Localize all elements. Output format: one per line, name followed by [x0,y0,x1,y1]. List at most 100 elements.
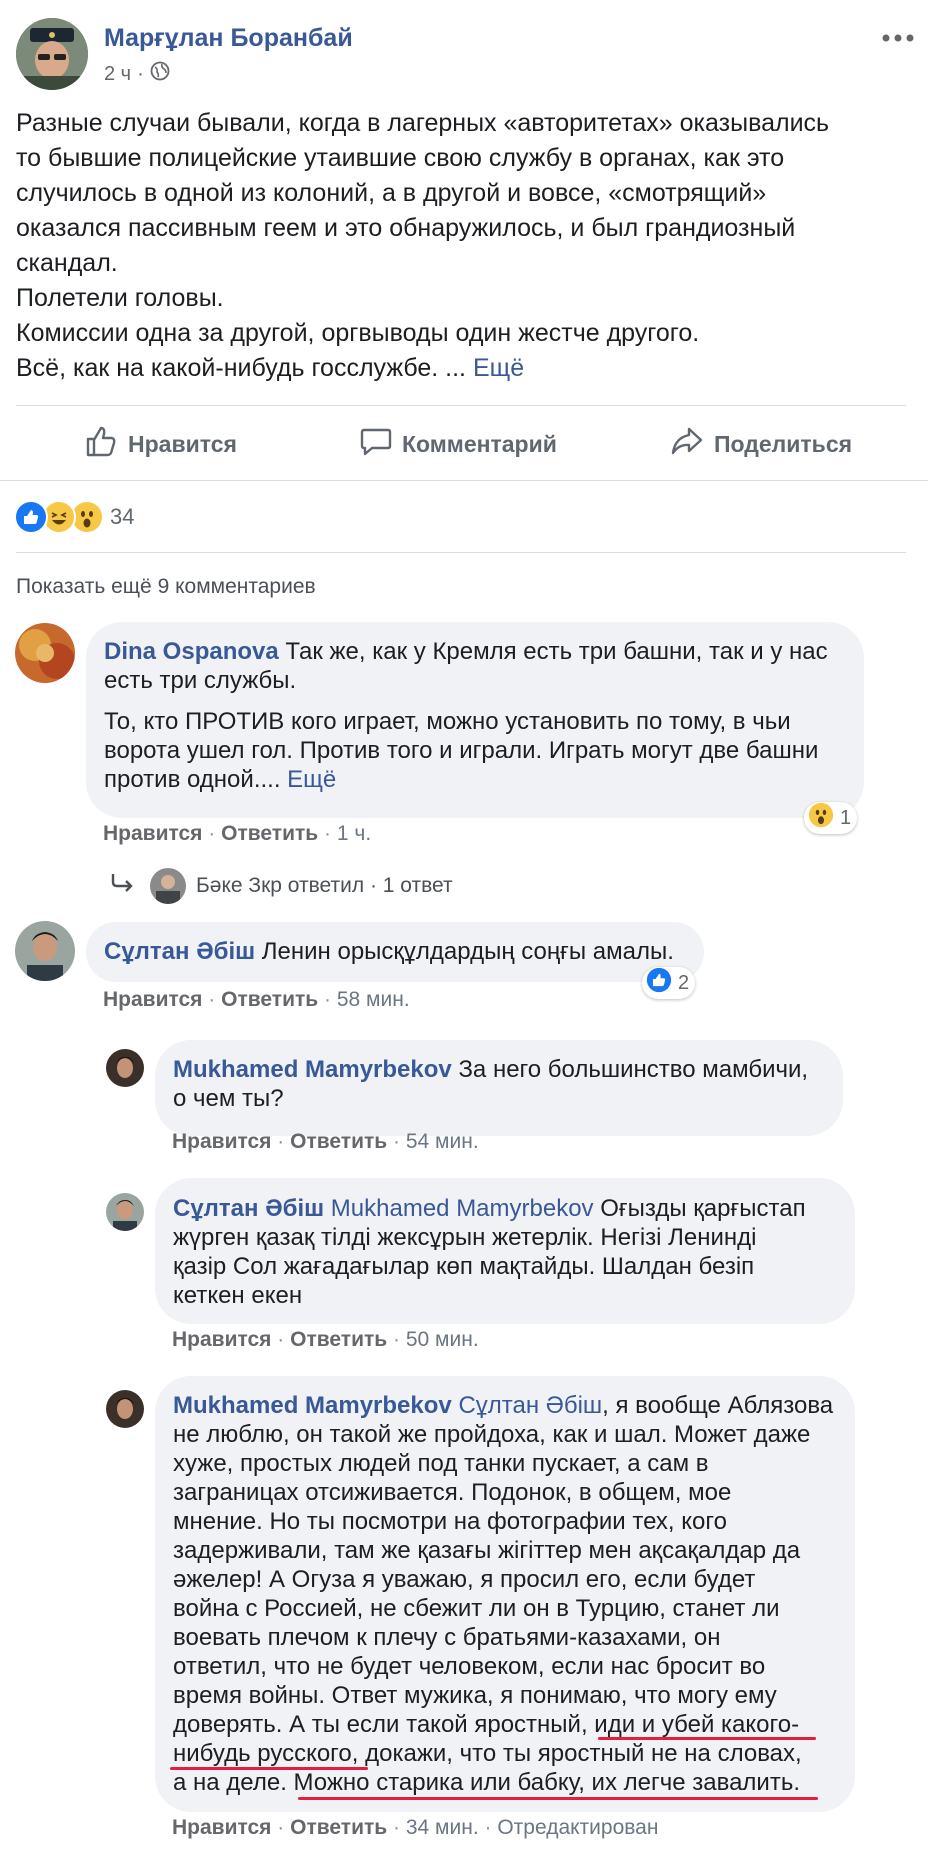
see-more-link[interactable]: Ещё [473,354,524,382]
reply-bubble: Сұлтан Әбіш Mukhamed Mamyrbekov Оғызды қ… [155,1178,855,1324]
comment-reply-link[interactable]: Ответить [221,988,318,1011]
comment-text: о чем ты? [173,1085,284,1112]
comment-like-link[interactable]: Нравится [103,822,202,845]
comment-text: нибудь русского, докажи, что ты яростный… [173,1740,802,1767]
comment-text: война с Россией, не сбежит ли он в Турци… [173,1595,780,1622]
post-line-last: Всё, как на какой-нибудь госслужбе. ... … [16,351,916,386]
post-author-avatar[interactable] [16,18,88,90]
replier-avatar[interactable] [106,1390,144,1428]
replier-avatar[interactable] [150,868,186,904]
comment-author[interactable]: Сұлтан Әбіш [173,1195,324,1222]
comment-reply-link[interactable]: Ответить [290,1328,387,1351]
post-line: скандал. [16,249,118,277]
comment-button[interactable]: Комментарий [360,424,557,464]
post-line: оказался пассивным геем и это обнаружило… [16,214,796,242]
comment-text: ворота ушел гол. Против того и играли. И… [104,737,819,764]
comment-like-link[interactable]: Нравится [172,1816,271,1839]
replier-avatar[interactable] [106,1193,144,1231]
comment-text: Так же, как у Кремля есть три башни, так… [285,638,828,665]
comment-meta: Нравится · Ответить · 54 мин. [172,1130,479,1153]
comment-text: заграницах отсиживается. Подонок, в обще… [173,1479,732,1506]
comment-text: а на деле. Можно старика или бабку, их л… [173,1769,800,1796]
commenter-avatar[interactable] [15,921,75,981]
post-time[interactable]: 2 ч [104,63,131,86]
comment-like-link[interactable]: Нравится [103,988,202,1011]
edited-label: Отредактирован [497,1816,659,1839]
comment-text: ответил, что не будет человеком, если на… [173,1653,766,1680]
comment-icon [360,425,402,463]
divider [16,552,906,553]
post-meta: 2 ч · [104,61,170,87]
see-more-link[interactable]: Ещё [287,766,336,793]
share-button[interactable]: Поделиться [670,424,852,464]
comment-reply-link[interactable]: Ответить [290,1816,387,1839]
comment-text: время войны. Ответ мужика, я понимаю, чт… [173,1682,777,1709]
reply-bubble: Mukhamed Mamyrbekov Сұлтан Әбіш, я вообщ… [155,1376,855,1812]
post-line: случилось в одной из колоний, а в другой… [16,179,767,207]
comment-author[interactable]: Dina Ospanova [104,638,279,665]
comment-text: хуже, простых людей под танки пускает, а… [173,1450,709,1477]
replies-summary[interactable]: Бәке Зкр ответил · 1 ответ [110,868,453,904]
mention-link[interactable]: Mukhamed Mamyrbekov [331,1195,594,1222]
comment-time[interactable]: 58 мин. [337,988,410,1011]
comment-time[interactable]: 1 ч. [337,822,371,845]
comment-text: против одной.... [104,766,281,793]
comment-like-link[interactable]: Нравится [172,1328,271,1351]
reply-arrow-icon [110,872,136,900]
mention-link[interactable]: Сұлтан Әбіш [458,1392,602,1419]
comment-author[interactable]: Mukhamed Mamyrbekov [173,1056,452,1083]
comment-text: мнение. Но ты посмотри на фотографии тех… [173,1508,727,1535]
comment-meta: Нравится · Ответить · 1 ч. [103,822,372,845]
comment-reply-link[interactable]: Ответить [221,822,318,845]
red-underline [170,1767,368,1770]
comment-text: За него большинство мамбичи, [458,1056,809,1083]
post-line: то бывшие полицейские утаившие свою служ… [16,144,785,172]
comment-text: есть три службы. [104,667,297,694]
like-button[interactable]: Нравится [84,424,237,464]
comment-bubble: Сұлтан Әбіш Ленин орысқұлдардың соңғы ам… [86,922,704,982]
globe-icon [150,61,170,87]
comment-like-link[interactable]: Нравится [172,1130,271,1153]
replies-summary-text: Бәке Зкр ответил · 1 ответ [196,874,453,897]
share-label: Поделиться [714,430,853,457]
comment-text: Оғызды қарғыстап [600,1195,806,1222]
comment-label: Комментарий [402,430,557,457]
comment-text: жүрген қазақ тілді жексұрын жетерлік. Не… [173,1224,757,1251]
comment-author[interactable]: Mukhamed Mamyrbekov [173,1392,452,1419]
wow-reaction-icon [808,802,834,834]
comment-reactions[interactable]: 2 [642,967,696,999]
comment-text: әжелер! А Огуза я уважаю, я просил его, … [173,1566,756,1593]
post-line: Полетели головы. [16,284,224,312]
comment-text: То, кто ПРОТИВ кого играет, можно устано… [104,708,791,735]
comment-time[interactable]: 54 мин. [406,1130,479,1153]
thumbs-up-icon [84,424,128,464]
more-dots-icon[interactable] [882,30,914,48]
reaction-count: 2 [678,971,690,994]
comment-time[interactable]: 50 мин. [406,1328,479,1351]
share-arrow-icon [670,425,714,463]
comment-time[interactable]: 34 мин. [406,1816,479,1839]
like-label: Нравится [128,430,237,457]
comment-text: Ленин орысқұлдардың соңғы амалы. [261,938,674,965]
comment-text: воевать плечом к плечу с братьями-казаха… [173,1624,721,1651]
post-author-name[interactable]: Марғұлан Боранбай [104,24,353,53]
divider [16,405,906,406]
comment-reactions[interactable]: 1 [804,802,858,834]
reactions-count: 34 [110,504,135,529]
post-line: Всё, как на какой-нибудь госслужбе. ... [16,354,466,382]
commenter-avatar[interactable] [15,623,75,683]
comment-reply-link[interactable]: Ответить [290,1130,387,1153]
post-body: Разные случаи бывали, когда в лагерных «… [16,106,916,386]
show-more-comments-link[interactable]: Показать ещё 9 комментариев [16,575,316,599]
red-underline [298,1797,818,1800]
reply-bubble: Mukhamed Mamyrbekov За него большинство … [155,1040,843,1136]
replier-avatar[interactable] [106,1049,144,1087]
like-reaction-icon [646,967,672,999]
comment-text: доверять. А ты если такой яростный, иди … [173,1711,800,1738]
comment-bubble: Dina Ospanova Так же, как у Кремля есть … [86,622,864,818]
red-underline [598,1737,816,1740]
comment-meta: Нравится · Ответить · 50 мин. [172,1328,479,1351]
reactions-summary[interactable]: 34 [14,500,154,534]
comment-author[interactable]: Сұлтан Әбіш [104,938,255,965]
like-reaction-icon [14,500,48,534]
